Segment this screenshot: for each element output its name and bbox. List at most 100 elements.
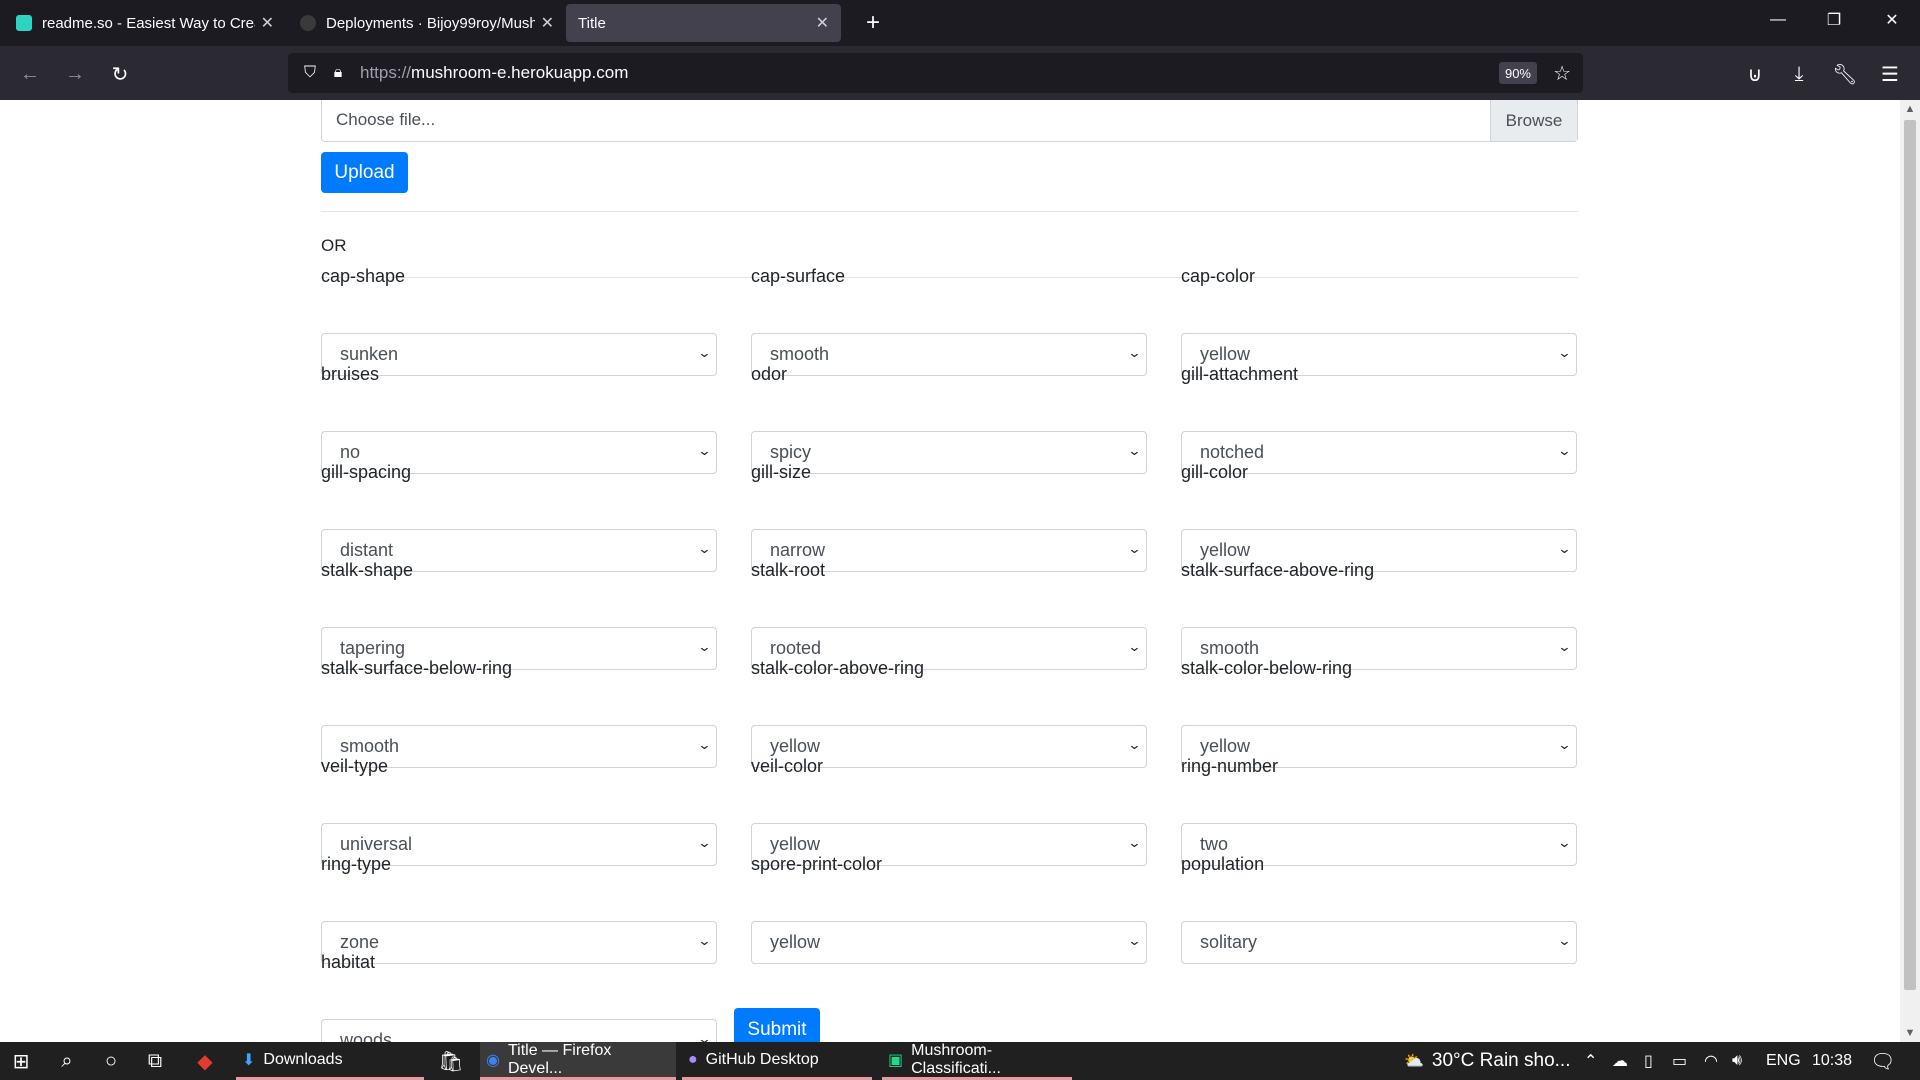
notification-icon[interactable]: 🗨︎ — [1870, 1042, 1895, 1080]
close-icon[interactable]: ✕ — [261, 13, 274, 33]
weather-text: 30°C Rain sho... — [1431, 1050, 1571, 1071]
clock[interactable]: 10:38 — [1812, 1042, 1852, 1080]
wrench-icon[interactable]: 🔧︎ — [1830, 59, 1860, 89]
field-label-ring-type: ring-type — [321, 854, 392, 874]
url-text[interactable]: https://mushroom-e.herokuapp.com — [360, 63, 628, 83]
tracking-shield-icon[interactable]: ⛉ — [296, 64, 324, 82]
scroll-down-arrow-icon[interactable]: ▼ — [1900, 1024, 1920, 1042]
select-value: zone — [340, 932, 380, 952]
field-label-stalk-surface-below-ring: stalk-surface-below-ring — [321, 658, 513, 678]
chevron-down-icon: ⌄ — [697, 541, 712, 556]
language-indicator[interactable]: ENG — [1766, 1042, 1801, 1080]
wifi-icon[interactable]: ◠ — [1704, 1042, 1718, 1080]
taskbar-github-desktop[interactable]: ● GitHub Desktop — [682, 1042, 872, 1080]
onedrive-cloud-icon[interactable]: ☁ — [1612, 1042, 1628, 1080]
cortana-circle-icon[interactable]: ○ — [96, 1046, 126, 1076]
select-population[interactable]: solitary ⌄ — [1181, 921, 1577, 964]
tab-title-active[interactable]: Title ✕ — [566, 4, 841, 42]
select-value: notched — [1200, 442, 1265, 462]
reload-icon[interactable]: ↻ — [105, 59, 135, 89]
field-label-stalk-color-below-ring: stalk-color-below-ring — [1181, 658, 1353, 678]
taskbar-pycharm[interactable]: ▣ Mushroom-Classificati... — [882, 1042, 1072, 1080]
search-icon[interactable]: ⌕ — [52, 1046, 82, 1076]
field-label-veil-color: veil-color — [751, 756, 824, 776]
select-value: yellow — [1200, 736, 1251, 756]
bookmark-star-icon[interactable]: ☆ — [1553, 61, 1571, 86]
select-value: yellow — [770, 932, 821, 952]
field-label-gill-spacing: gill-spacing — [321, 462, 412, 482]
submit-button[interactable]: Submit — [734, 1008, 820, 1042]
task-view-icon[interactable]: ⧉ — [140, 1046, 170, 1076]
taskbar-app-label: Title — Firefox Devel... — [507, 1041, 612, 1077]
select-value: yellow — [770, 834, 821, 854]
close-icon[interactable]: ✕ — [816, 13, 829, 33]
select-value: yellow — [1200, 540, 1251, 560]
minimize-icon[interactable]: — — [1750, 0, 1806, 40]
select-ring-type[interactable]: zone ⌄ — [321, 921, 717, 964]
taskbar-app-label: Mushroom-Classificati... — [911, 1041, 1001, 1077]
select-cap-shape[interactable]: sunken ⌄ — [321, 333, 717, 376]
chevron-down-icon: ⌄ — [1127, 345, 1142, 360]
select-value: yellow — [770, 736, 821, 756]
select-spore-print-color[interactable]: yellow ⌄ — [751, 921, 1147, 964]
readme-favicon-icon — [16, 15, 32, 31]
chevron-down-icon: ⌄ — [1127, 835, 1142, 850]
tab-title: readme.so - Easiest Way to Crea — [42, 14, 255, 32]
taskbar-downloads[interactable]: ⬇ Downloads — [236, 1042, 424, 1080]
taskbar-firefox[interactable]: ◉ Title — Firefox Devel... — [480, 1042, 676, 1080]
chevron-down-icon: ⌄ — [1557, 541, 1572, 556]
tab-title: Title — [578, 14, 606, 32]
field-label-odor: odor — [751, 364, 788, 384]
pocket-icon[interactable]: ⊍ — [1740, 59, 1770, 89]
tab-readme[interactable]: readme.so - Easiest Way to Crea ✕ — [4, 4, 286, 42]
battery-icon[interactable]: ▭ — [1672, 1042, 1687, 1080]
field-label-gill-attachment: gill-attachment — [1181, 364, 1299, 384]
plus-icon[interactable]: + — [856, 6, 890, 40]
volume-icon[interactable]: 🔊︎ — [1732, 1042, 1742, 1080]
chevron-down-icon: ⌄ — [1127, 541, 1142, 556]
lock-icon[interactable]: 🔒︎ — [324, 64, 352, 82]
chevron-down-icon: ⌄ — [697, 345, 712, 360]
window-close-icon[interactable]: ✕ — [1864, 0, 1920, 40]
select-habitat[interactable]: woods ⌄ — [321, 1019, 717, 1042]
select-value: narrow — [770, 540, 826, 560]
close-icon[interactable]: ✕ — [541, 13, 554, 33]
file-input[interactable]: Choose file... Browse — [321, 100, 1578, 142]
download-icon[interactable]: ⤓ — [1784, 59, 1814, 89]
page-scrollbar[interactable]: ▲ ▼ — [1900, 100, 1920, 1042]
tab-strip: readme.so - Easiest Way to Crea ✕ Deploy… — [0, 0, 1920, 46]
weather-widget[interactable]: ⛅ 30°C Rain sho... — [1404, 1042, 1570, 1080]
scrollbar-thumb[interactable] — [1904, 120, 1916, 990]
upload-button[interactable]: Upload — [321, 152, 408, 193]
scroll-up-arrow-icon[interactable]: ▲ — [1900, 100, 1920, 118]
chevron-down-icon: ⌄ — [697, 933, 712, 948]
github-icon: ● — [688, 1050, 698, 1068]
select-value: smooth — [770, 344, 830, 364]
forward-arrow-icon[interactable]: → — [60, 59, 90, 89]
device-icon[interactable]: ▯ — [1644, 1042, 1653, 1080]
back-arrow-icon[interactable]: ← — [15, 59, 45, 89]
store-icon[interactable]: 🛍︎ — [436, 1046, 466, 1076]
chevron-down-icon: ⌄ — [1557, 345, 1572, 360]
field-label-cap-color: cap-color — [1181, 266, 1256, 286]
chevron-down-icon: ⌄ — [1557, 933, 1572, 948]
hamburger-menu-icon[interactable]: ☰ — [1875, 59, 1905, 89]
field-label-ring-number: ring-number — [1181, 756, 1279, 776]
field-label-stalk-surface-above-ring: stalk-surface-above-ring — [1181, 560, 1375, 580]
field-label-spore-print-color: spore-print-color — [751, 854, 883, 874]
zoom-indicator[interactable]: 90% — [1498, 62, 1537, 84]
address-bar[interactable]: ⛉ 🔒︎ https://mushroom-e.herokuapp.com 90… — [288, 53, 1583, 93]
pinned-app-icon[interactable]: ◆ — [190, 1046, 220, 1076]
windows-start-icon[interactable]: ⊞ — [6, 1046, 36, 1076]
tab-deployments[interactable]: Deployments · Bijoy99roy/Mush ✕ — [288, 4, 566, 42]
taskbar-app-label: GitHub Desktop — [705, 1050, 819, 1068]
select-cap-surface[interactable]: smooth ⌄ — [751, 333, 1147, 376]
firefox-icon: ◉ — [486, 1051, 500, 1069]
page-content: Choose file... Browse Upload OR cap-shap… — [0, 100, 1900, 1042]
select-value: universal — [340, 834, 413, 854]
browse-button[interactable]: Browse — [1490, 100, 1577, 141]
select-value: solitary — [1200, 932, 1258, 952]
file-input-placeholder[interactable]: Choose file... — [322, 100, 1490, 141]
restore-icon[interactable]: ❐ — [1806, 0, 1862, 40]
tray-chevron-icon[interactable]: ⌃ — [1584, 1042, 1597, 1080]
